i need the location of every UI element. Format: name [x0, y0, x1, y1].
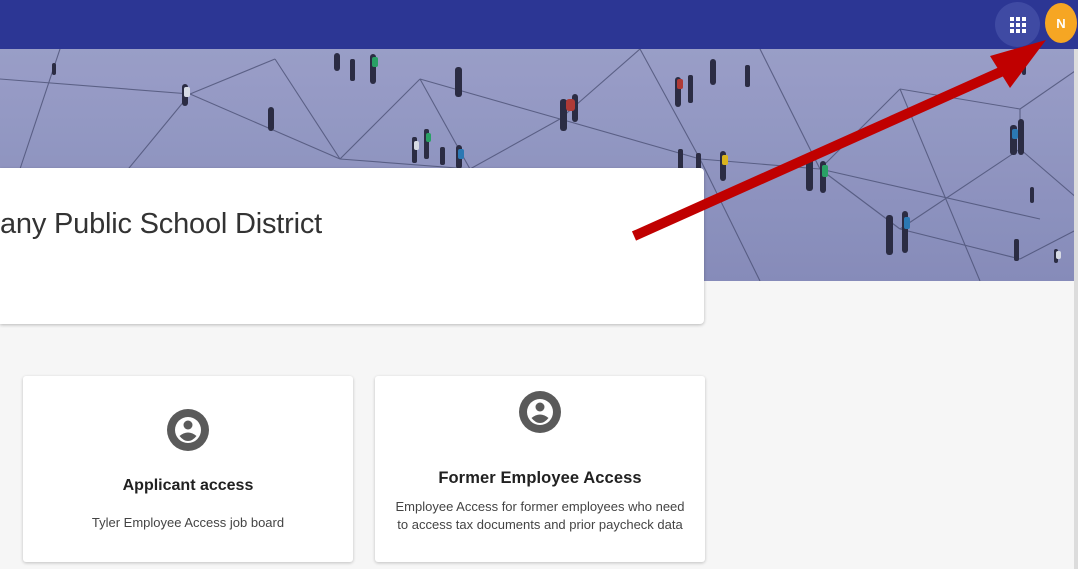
- apps-grid-icon: [1009, 16, 1026, 33]
- top-app-bar: N: [0, 0, 1078, 49]
- applicant-access-card[interactable]: Applicant access Tyler Employee Access j…: [23, 376, 353, 562]
- applicant-access-description: Tyler Employee Access job board: [91, 515, 285, 530]
- former-employee-access-description: Employee Access for former employees who…: [395, 499, 685, 532]
- district-title-card: any Public School District: [0, 168, 704, 324]
- page: N any Public School District Applicant a…: [0, 0, 1078, 569]
- apps-button[interactable]: [995, 2, 1040, 47]
- district-title: any Public School District: [0, 208, 322, 240]
- former-employee-access-card[interactable]: Former Employee Access Employee Access f…: [375, 376, 705, 562]
- applicant-access-title: Applicant access: [122, 477, 254, 494]
- scrollbar-edge: [1074, 49, 1078, 569]
- account-circle-icon: [167, 409, 209, 451]
- account-circle-icon: [519, 391, 561, 433]
- former-employee-access-title: Former Employee Access: [438, 469, 642, 487]
- user-avatar[interactable]: N: [1045, 3, 1077, 43]
